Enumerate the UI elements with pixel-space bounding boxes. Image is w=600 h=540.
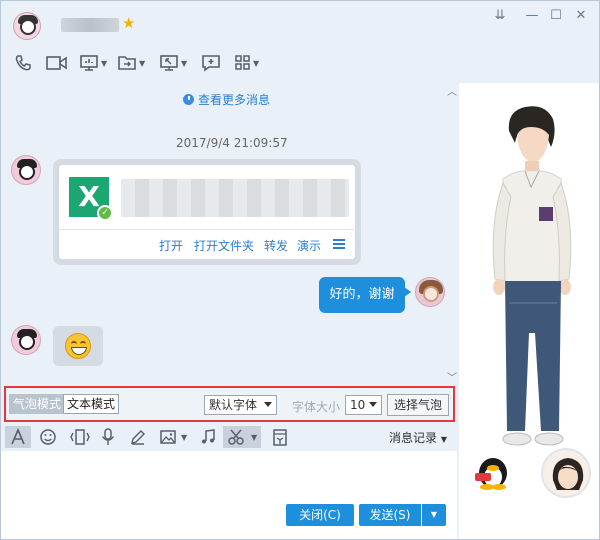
chevron-down-icon[interactable]: ▼ — [181, 433, 189, 442]
chevron-down-icon[interactable]: ▼ — [139, 59, 147, 68]
chevron-down-icon: ▼ — [251, 433, 258, 442]
screen-share-icon[interactable] — [75, 51, 103, 75]
clock-icon — [183, 94, 194, 105]
image-icon[interactable] — [155, 426, 181, 448]
divider — [59, 229, 355, 230]
history-label: 消息记录 — [389, 431, 438, 445]
qq-penguin-icon[interactable] — [471, 449, 511, 491]
vibrate-icon[interactable] — [65, 426, 91, 448]
send-button[interactable]: 发送(S) — [359, 504, 421, 526]
music-icon[interactable] — [195, 426, 221, 448]
message-history-link[interactable]: 消息记录 ▼ — [389, 429, 447, 446]
font-size-value: 10 — [350, 398, 366, 412]
choose-bubble-button[interactable]: 选择气泡 — [387, 394, 450, 416]
text-mode-button[interactable]: 文本模式 — [63, 394, 120, 414]
bubble-mode-button[interactable]: 气泡模式 — [9, 394, 66, 414]
view-more-label: 查看更多消息 — [198, 93, 271, 107]
my-avatar[interactable] — [415, 277, 445, 307]
font-select-value: 默认字体 — [209, 398, 258, 412]
video-icon[interactable] — [41, 51, 69, 75]
close-button[interactable]: 关闭(C) — [286, 504, 354, 526]
grin-emoji-icon — [65, 333, 91, 359]
emoji-eye — [71, 341, 77, 344]
screenshot-scissors-icon[interactable]: ▼ — [223, 426, 261, 448]
maximize-button[interactable]: ☐ — [547, 7, 565, 25]
chevron-down-icon — [264, 402, 272, 407]
avatar-face — [20, 19, 36, 35]
scroll-down-icon[interactable]: ﹀ — [447, 369, 457, 384]
font-select[interactable]: 默认字体 — [204, 395, 277, 415]
emoji-icon[interactable] — [35, 426, 61, 448]
microphone-icon[interactable] — [95, 426, 121, 448]
more-menu-icon[interactable] — [333, 239, 345, 249]
contact-name-redacted — [61, 18, 119, 32]
my-profile-avatar[interactable] — [541, 448, 591, 498]
avatar-face — [19, 164, 35, 180]
scroll-up-icon[interactable]: ︿ — [447, 83, 457, 98]
chevron-down-icon[interactable]: ▼ — [253, 59, 261, 68]
message-format-bar: 气泡模式 文本模式 默认字体 字体大小 10 选择气泡 — [4, 386, 455, 422]
file-card-body: X ✓ 打开 打开文件夹 转发 演示 — [59, 165, 355, 259]
contact-avatar[interactable] — [11, 325, 41, 355]
phone-icon[interactable] — [9, 51, 37, 75]
message-timestamp: 2017/9/4 21:09:57 — [176, 136, 288, 150]
chat-window: ★ ⇊ — ☐ ✕ ▼ ▼ ▼ ▼ ︿ 查看更多消息 2017/9/4 21:0… — [0, 0, 600, 540]
chevron-down-icon[interactable]: ▼ — [181, 59, 189, 68]
minimize-button[interactable]: — — [523, 7, 541, 25]
edit-toolbar: ▼ ▼ 消息记录 ▼ — [5, 426, 455, 448]
chevron-down-icon — [369, 402, 377, 407]
avatar-face — [423, 286, 439, 302]
open-file-link[interactable]: 打开 — [159, 237, 183, 254]
font-size-label: 字体大小 — [292, 400, 341, 414]
add-chat-icon[interactable] — [197, 51, 225, 75]
chevron-down-icon: ▼ — [440, 435, 447, 444]
collapse-icon[interactable]: ⇊ — [491, 7, 509, 25]
remote-desktop-icon[interactable] — [155, 51, 183, 75]
contact-avatar[interactable] — [11, 155, 41, 185]
red-packet-icon[interactable] — [267, 426, 293, 448]
pen-icon[interactable] — [125, 426, 151, 448]
chevron-down-icon[interactable]: ▼ — [101, 59, 109, 68]
star-icon[interactable]: ★ — [122, 15, 138, 31]
view-more-messages-link[interactable]: 查看更多消息 — [183, 91, 270, 108]
file-message-card[interactable]: X ✓ 打开 打开文件夹 转发 演示 — [53, 159, 361, 265]
message-area[interactable]: ︿ 查看更多消息 2017/9/4 21:09:57 X ✓ 打开 打开文件夹 … — [1, 81, 457, 381]
sent-message-bubble[interactable]: 好的，谢谢 — [319, 277, 411, 313]
contact-avatar[interactable] — [13, 12, 41, 40]
present-link[interactable]: 演示 — [297, 237, 321, 254]
font-icon[interactable] — [5, 426, 31, 448]
emoji-mouth — [71, 347, 87, 355]
avatar-face — [19, 334, 35, 350]
file-transfer-icon[interactable] — [113, 51, 141, 75]
forward-link[interactable]: 转发 — [264, 237, 288, 254]
check-icon: ✓ — [97, 205, 113, 221]
file-name-redacted — [121, 179, 349, 217]
close-window-button[interactable]: ✕ — [572, 7, 590, 25]
open-folder-link[interactable]: 打开文件夹 — [194, 237, 254, 254]
font-size-select[interactable]: 10 — [345, 395, 382, 415]
emoji-message-bubble[interactable] — [53, 326, 103, 366]
title-bar: ★ ⇊ — ☐ ✕ — [1, 1, 600, 47]
emoji-eye — [80, 341, 86, 344]
send-options-button[interactable]: ▼ — [422, 504, 446, 526]
